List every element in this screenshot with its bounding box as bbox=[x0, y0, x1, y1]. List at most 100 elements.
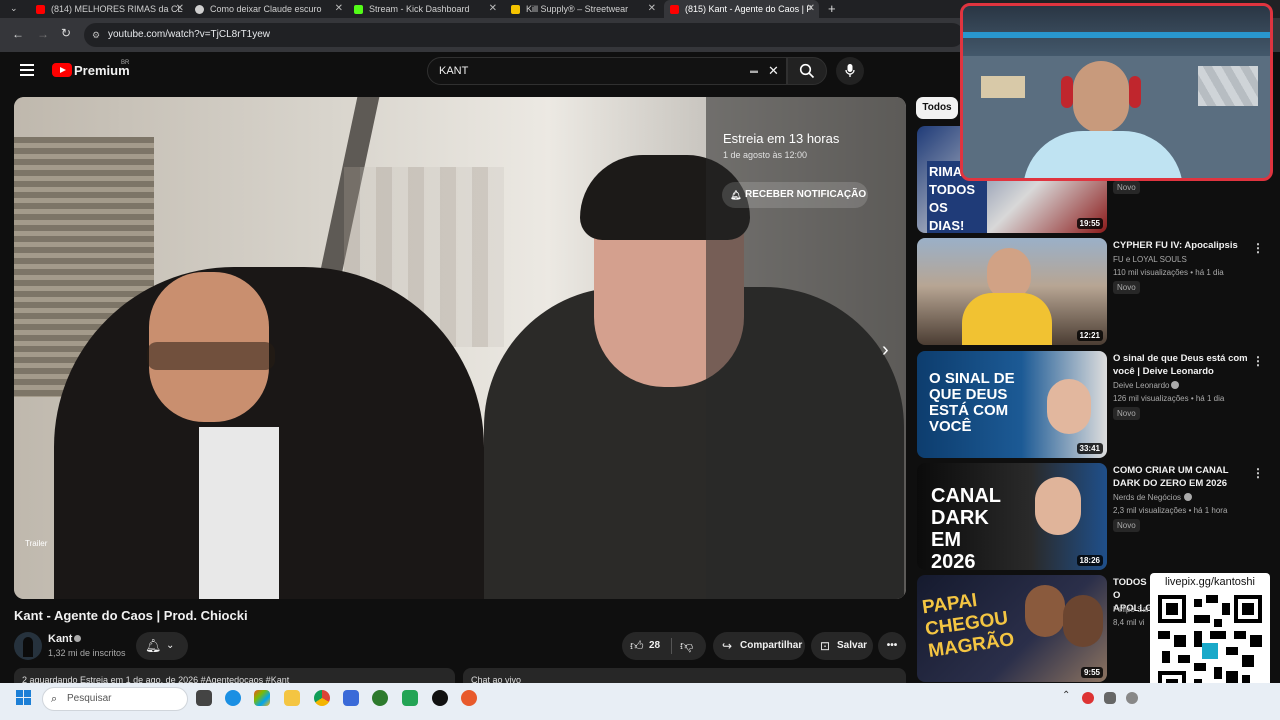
verified-icon bbox=[74, 635, 81, 642]
thumbnail-person bbox=[1063, 595, 1103, 647]
sidebar-video-title[interactable]: CYPHER FU IV: Apocalipsis bbox=[1113, 239, 1253, 252]
new-tab-icon[interactable]: + bbox=[828, 1, 836, 16]
webcam-headset bbox=[1061, 76, 1073, 108]
like-count[interactable]: 28 bbox=[649, 632, 660, 660]
close-tab-icon[interactable]: ✕ bbox=[648, 3, 656, 14]
sidebar-video-channel[interactable]: FU e LOYAL SOULS bbox=[1113, 255, 1187, 264]
url-text: youtube.com/watch?v=TjCL8rT1yew bbox=[108, 29, 271, 40]
webcam-hex-panels bbox=[1198, 66, 1258, 106]
file-explorer-icon[interactable] bbox=[284, 690, 300, 706]
webcam-ceiling bbox=[963, 6, 1270, 56]
close-tab-icon[interactable]: ✕ bbox=[489, 3, 497, 14]
sidebar-video-meta: 8,4 mil vi bbox=[1113, 618, 1145, 627]
sidebar-video-channel[interactable]: Felipe San bbox=[1113, 605, 1151, 614]
video-thumbnail[interactable]: PAPAI CHEGOU MAGRÃO 9:55 bbox=[917, 575, 1107, 682]
sidebar-video-title[interactable]: COMO CRIAR UM CANAL DARK DO ZERO EM 2026 bbox=[1113, 464, 1253, 490]
video-options-icon[interactable]: ⋮ bbox=[1252, 354, 1264, 368]
video-duration: 33:41 bbox=[1076, 443, 1103, 454]
video-thumbnail[interactable]: 12:21 bbox=[917, 238, 1107, 345]
microphone-tray-icon[interactable] bbox=[1126, 692, 1138, 704]
video-thumbnail[interactable]: CANAL DARK EM 2026 18:26 bbox=[917, 463, 1107, 570]
tab-label: Como deixar Claude escuro bbox=[210, 4, 322, 14]
bell-icon: 🔔︎ bbox=[730, 190, 742, 200]
filter-chip-all[interactable]: Todos bbox=[916, 97, 958, 119]
search-button[interactable] bbox=[787, 57, 827, 85]
task-view-icon[interactable] bbox=[196, 690, 212, 706]
webcam-streamer-face bbox=[1073, 61, 1129, 133]
premiere-date: 1 de agosto às 12:00 bbox=[723, 150, 808, 160]
search-input[interactable]: KANT ▬ ✕ bbox=[427, 57, 787, 85]
sidebar-video-channel[interactable]: Nerds de Negócios bbox=[1113, 493, 1181, 502]
save-label: Salvar bbox=[837, 640, 868, 651]
taskbar-search-placeholder: Pesquisar bbox=[67, 693, 112, 704]
notify-button[interactable]: 🔔︎ RECEBER NOTIFICAÇÃO bbox=[722, 182, 868, 208]
app-icon[interactable] bbox=[461, 690, 477, 706]
edge-icon[interactable] bbox=[225, 690, 241, 706]
webcam-overlay bbox=[960, 3, 1273, 181]
site-info-icon[interactable]: ⚙ bbox=[92, 23, 100, 47]
video-player[interactable]: Estreia em 13 horas 1 de agosto às 12:00… bbox=[14, 97, 906, 599]
video-options-icon[interactable]: ⋮ bbox=[1252, 241, 1264, 255]
subscription-bell-button[interactable]: 🔔︎ ⌄ bbox=[136, 632, 188, 660]
tray-icon[interactable] bbox=[1104, 692, 1116, 704]
browser-tab[interactable]: Stream - Kick Dashboard ✕ bbox=[348, 0, 501, 18]
keyboard-icon[interactable]: ▬ bbox=[750, 58, 758, 84]
like-divider bbox=[671, 638, 672, 654]
voice-search-button[interactable] bbox=[836, 57, 864, 85]
share-button[interactable]: ↪ Compartilhar bbox=[713, 632, 805, 660]
premiere-overlay bbox=[706, 97, 906, 599]
premiere-title: Estreia em 13 horas bbox=[723, 131, 840, 146]
like-icon[interactable]: 👍︎ bbox=[630, 632, 644, 660]
more-actions-icon[interactable]: ••• bbox=[878, 632, 906, 660]
youtube-logo-icon[interactable] bbox=[52, 63, 72, 77]
search-value: KANT bbox=[439, 65, 469, 77]
browser-tab[interactable]: (814) MELHORES RIMAS da CL ✕ bbox=[30, 0, 188, 18]
save-button[interactable]: ⊡ Salvar bbox=[811, 632, 873, 660]
menu-icon[interactable] bbox=[20, 64, 34, 76]
sidebar-video-channel[interactable]: Deive Leonardo bbox=[1113, 381, 1169, 390]
close-tab-icon[interactable]: ✕ bbox=[176, 3, 184, 14]
back-icon[interactable]: ← bbox=[12, 27, 24, 41]
shield-icon[interactable] bbox=[343, 690, 359, 706]
copilot-icon[interactable] bbox=[254, 690, 270, 706]
obs-icon[interactable] bbox=[432, 690, 448, 706]
tab-list-chevron-icon[interactable]: ⌄ bbox=[10, 3, 18, 14]
video-duration: 18:26 bbox=[1076, 555, 1103, 566]
thumbnail-person bbox=[1047, 379, 1091, 434]
video-options-icon[interactable]: ⋮ bbox=[1252, 466, 1264, 480]
app-icon[interactable] bbox=[372, 690, 388, 706]
forward-icon[interactable]: → bbox=[37, 27, 49, 41]
channel-avatar[interactable] bbox=[14, 632, 42, 660]
page-favicon-icon bbox=[195, 4, 204, 14]
video-thumbnail[interactable]: O SINAL DE QUE DEUS ESTÁ COM VOCÊ 33:41 bbox=[917, 351, 1107, 458]
sidebar-video-meta: 126 mil visualizações • há 1 dia bbox=[1113, 394, 1225, 403]
windows-start-icon[interactable] bbox=[16, 690, 32, 706]
webcam-led-strip bbox=[963, 32, 1270, 38]
taskbar-search-input[interactable]: ⌕ Pesquisar bbox=[42, 687, 188, 711]
tray-icon[interactable] bbox=[1082, 692, 1094, 704]
app-icon[interactable] bbox=[402, 690, 418, 706]
dislike-icon[interactable]: 👎︎ bbox=[680, 632, 693, 660]
tray-chevron-icon[interactable]: ⌃ bbox=[1062, 690, 1070, 701]
verified-icon bbox=[1171, 381, 1179, 389]
video-person-left-shirt bbox=[199, 427, 279, 599]
channel-name[interactable]: Kant bbox=[48, 633, 72, 645]
tab-label: (814) MELHORES RIMAS da CL bbox=[51, 4, 183, 14]
thumbnail-text: PAPAI CHEGOU MAGRÃO bbox=[920, 589, 1016, 662]
close-tab-icon[interactable]: ✕ bbox=[335, 3, 343, 14]
webcam-shelf bbox=[981, 76, 1025, 98]
clear-search-icon[interactable]: ✕ bbox=[768, 58, 779, 84]
new-badge: Novo bbox=[1113, 519, 1140, 532]
region-code: BR bbox=[121, 60, 130, 66]
sidebar-video-title[interactable]: O sinal de que Deus está com você | Deiv… bbox=[1113, 352, 1253, 378]
browser-tab[interactable]: Kill Supply® – Streetwear ✕ bbox=[505, 0, 660, 18]
browser-tab[interactable]: Como deixar Claude escuro ✕ bbox=[189, 0, 347, 18]
next-arrow-icon[interactable]: › bbox=[882, 339, 889, 362]
video-duration: 19:55 bbox=[1076, 218, 1103, 229]
chrome-icon[interactable] bbox=[314, 690, 330, 706]
reload-icon[interactable]: ↻ bbox=[61, 26, 71, 40]
close-tab-icon[interactable]: ✕ bbox=[807, 3, 815, 14]
browser-tab-active[interactable]: (815) Kant - Agente do Caos | P ✕ bbox=[664, 0, 819, 18]
webcam-headset bbox=[1129, 76, 1141, 108]
address-bar[interactable]: ⚙ youtube.com/watch?v=TjCL8rT1yew bbox=[84, 23, 964, 47]
